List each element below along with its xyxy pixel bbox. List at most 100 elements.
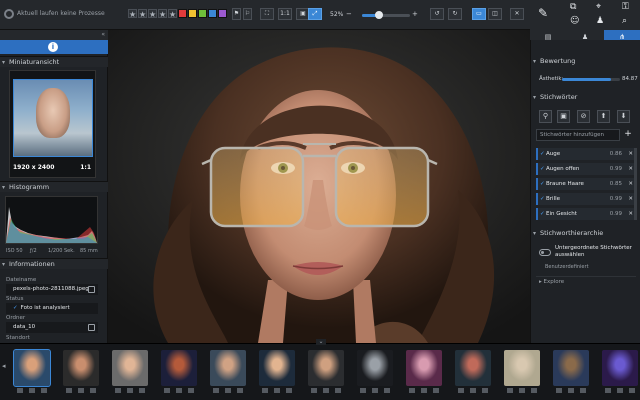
remove-keyword-icon[interactable]: ⊘ — [577, 110, 590, 123]
star-rating[interactable]: ★ ★ ★ ★ ★ — [128, 9, 177, 19]
rating-icon[interactable] — [274, 388, 280, 393]
label-icon[interactable] — [237, 388, 243, 393]
one-to-one-button[interactable]: 1:1 — [278, 8, 292, 20]
add-keyword-input[interactable]: Stichwörter hinzufügen — [536, 129, 620, 141]
keyword-row[interactable]: ✓ Brille 0.99 ✕ — [536, 193, 636, 205]
flag-icon[interactable] — [115, 388, 121, 393]
color-label-green[interactable] — [198, 9, 207, 18]
flag-icon[interactable] — [311, 388, 317, 393]
filmstrip-thumbnail[interactable] — [210, 350, 246, 386]
fit-screen-button[interactable]: ⛶ — [260, 8, 274, 20]
rating-icon[interactable] — [127, 388, 133, 393]
collapse-left-panel-icon[interactable]: « — [0, 30, 108, 40]
rotate-right-button[interactable]: ↻ — [448, 8, 462, 20]
rating-icon[interactable] — [617, 388, 623, 393]
process-gear-icon[interactable] — [4, 9, 14, 19]
keyword-row[interactable]: ✓ Braune Haare 0.85 ✕ — [536, 178, 636, 190]
label-icon[interactable] — [580, 388, 586, 393]
fit-view-button[interactable]: ⤢ — [308, 8, 322, 20]
keyword-scrollbar[interactable] — [634, 148, 637, 220]
rating-icon[interactable] — [78, 388, 84, 393]
flag-icon[interactable] — [164, 388, 170, 393]
main-image-viewer[interactable] — [108, 30, 530, 343]
label-icon[interactable] — [90, 388, 96, 393]
keyword-row[interactable]: ✓ Auge 0.86 ✕ — [536, 148, 636, 160]
remove-keyword-icon[interactable]: ✕ — [628, 148, 633, 160]
hierarchy-custom-label[interactable]: Benutzerdefiniert — [545, 264, 589, 270]
flag-icon[interactable] — [262, 388, 268, 393]
remove-keyword-icon[interactable]: ✕ — [628, 193, 633, 205]
rating-icon[interactable] — [421, 388, 427, 393]
filmstrip-thumbnail[interactable] — [161, 350, 197, 386]
keyword-row[interactable]: ✓ Augen offen 0.99 ✕ — [536, 163, 636, 175]
user-icon[interactable]: ♟ — [596, 16, 604, 26]
location-pin-icon[interactable]: ⌖ — [596, 2, 601, 12]
copy-icon[interactable] — [88, 286, 95, 293]
import-keyword-icon[interactable]: ⬆ — [597, 110, 610, 123]
color-label-blue[interactable] — [208, 9, 217, 18]
label-icon[interactable] — [531, 388, 537, 393]
zoom-slider[interactable] — [362, 14, 410, 17]
remove-keyword-icon[interactable]: ✕ — [628, 178, 633, 190]
rating-icon[interactable] — [176, 388, 182, 393]
star-icon[interactable]: ★ — [138, 9, 147, 19]
color-label-swatches[interactable] — [178, 9, 227, 18]
histogram-section-header[interactable]: Histogramm — [0, 181, 108, 193]
filmstrip-thumbnail[interactable] — [112, 350, 148, 386]
hierarchy-section-header[interactable]: Stichworthierarchie — [531, 228, 640, 239]
label-icon[interactable] — [286, 388, 292, 393]
person-keyword-icon[interactable]: ⚲ — [539, 110, 552, 123]
filmstrip-thumbnail[interactable] — [504, 350, 540, 386]
zoom-out-icon[interactable]: − — [346, 10, 352, 18]
flag-icon[interactable] — [213, 388, 219, 393]
zoom-in-icon[interactable]: + — [412, 10, 418, 18]
info-section-header[interactable]: Informationen — [0, 258, 108, 270]
keywords-section-header[interactable]: Stichwörter — [531, 92, 640, 103]
label-icon[interactable] — [433, 388, 439, 393]
search-icon[interactable]: ⌕ — [622, 16, 627, 26]
export-keyword-icon[interactable]: ⬇ — [617, 110, 630, 123]
filmstrip-thumbnail[interactable] — [308, 350, 344, 386]
copy-icon[interactable] — [88, 324, 95, 331]
collapse-filmstrip-icon[interactable]: ⌄ — [316, 339, 326, 345]
explore-link[interactable]: ▸ Explore — [539, 279, 564, 285]
rating-icon[interactable] — [568, 388, 574, 393]
label-icon[interactable] — [629, 388, 635, 393]
flag-icon[interactable] — [409, 388, 415, 393]
add-keyword-button[interactable]: + — [622, 129, 634, 141]
key-icon[interactable]: ⚿ — [622, 2, 629, 12]
label-icon[interactable] — [41, 388, 47, 393]
pick-flag-button[interactable]: ⚐ — [243, 8, 252, 20]
flag-icon[interactable] — [17, 388, 23, 393]
rating-section-header[interactable]: Bewertung — [531, 56, 640, 67]
flag-icon[interactable] — [458, 388, 464, 393]
filmstrip-thumbnail[interactable] — [357, 350, 393, 386]
label-icon[interactable] — [384, 388, 390, 393]
filmstrip-thumbnail[interactable] — [602, 350, 638, 386]
info-tab[interactable]: i — [0, 40, 108, 54]
star-icon[interactable]: ★ — [128, 9, 137, 19]
label-icon[interactable] — [188, 388, 194, 393]
compare-view-button[interactable]: ◫ — [488, 8, 502, 20]
color-label-red[interactable] — [178, 9, 187, 18]
flag-icon[interactable] — [605, 388, 611, 393]
close-viewer-button[interactable]: ✕ — [510, 8, 524, 20]
zoom-slider-knob[interactable] — [374, 11, 383, 19]
star-icon[interactable]: ★ — [168, 9, 177, 19]
rating-icon[interactable] — [372, 388, 378, 393]
flag-icon[interactable] — [556, 388, 562, 393]
color-label-yellow[interactable] — [188, 9, 197, 18]
filmstrip-thumbnail[interactable] — [13, 349, 51, 387]
rating-icon[interactable] — [519, 388, 525, 393]
label-icon[interactable] — [482, 388, 488, 393]
rating-icon[interactable] — [225, 388, 231, 393]
filmstrip-thumbnail[interactable] — [553, 350, 589, 386]
flag-icon[interactable] — [360, 388, 366, 393]
rating-icon[interactable] — [470, 388, 476, 393]
single-view-button[interactable]: ▭ — [472, 8, 486, 20]
flag-icon[interactable] — [66, 388, 72, 393]
keyword-row[interactable]: ✓ Ein Gesicht 0.99 ✕ — [536, 208, 636, 220]
label-icon[interactable] — [139, 388, 145, 393]
star-icon[interactable]: ★ — [148, 9, 157, 19]
flag-icon[interactable] — [507, 388, 513, 393]
